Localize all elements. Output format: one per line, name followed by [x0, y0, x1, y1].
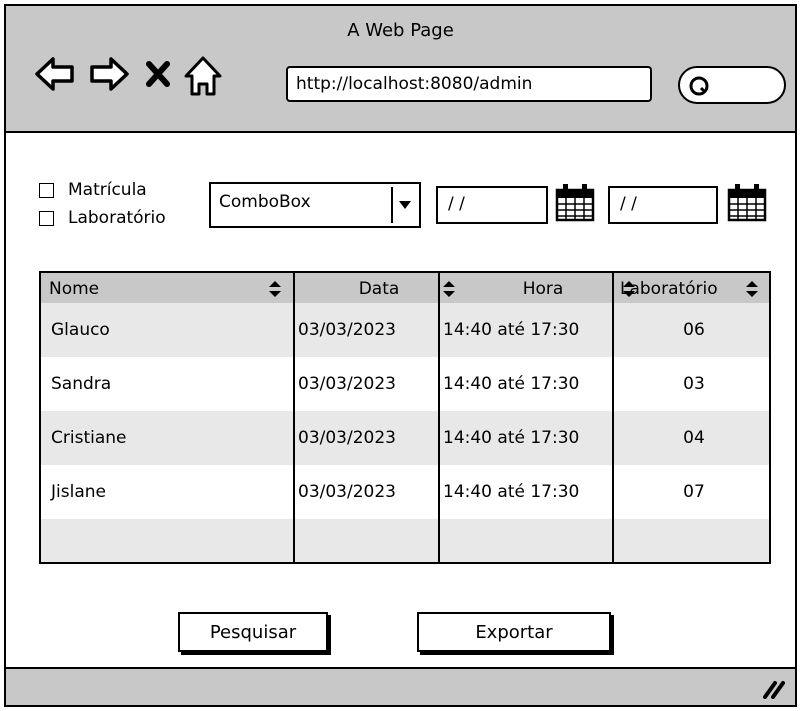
- search-icon: [689, 76, 709, 96]
- sort-icon[interactable]: [746, 281, 758, 297]
- cell-laboratorio: 03: [683, 374, 705, 394]
- column-divider: [438, 273, 440, 562]
- table-row-empty: [41, 519, 769, 562]
- search-button[interactable]: Pesquisar: [178, 612, 328, 652]
- browser-window: A Web Page http://localhost:8080/admin M…: [4, 4, 797, 707]
- export-button[interactable]: Exportar: [417, 612, 611, 652]
- column-header-data[interactable]: Data: [329, 273, 469, 303]
- cell-hora: 14:40 até 17:30: [443, 482, 580, 502]
- home-icon[interactable]: [182, 54, 224, 96]
- cell-laboratorio: 07: [683, 482, 705, 502]
- results-table: Nome Data Hora Laboratório Glauco 03/03/…: [39, 271, 771, 564]
- column-divider: [293, 273, 295, 562]
- date-start-field[interactable]: / /: [436, 186, 548, 224]
- laboratorio-label: Laboratório: [68, 208, 166, 228]
- cell-laboratorio: 04: [683, 428, 705, 448]
- column-divider: [612, 273, 614, 562]
- column-header-laboratorio[interactable]: Laboratório: [620, 273, 769, 303]
- cell-hora: 14:40 até 17:30: [443, 374, 580, 394]
- window-title: A Web Page: [347, 20, 454, 41]
- table-header: Nome Data Hora Laboratório: [41, 273, 769, 303]
- filter-combobox[interactable]: ComboBox: [209, 182, 421, 228]
- table-row[interactable]: Sandra 03/03/2023 14:40 até 17:30 03: [41, 357, 769, 411]
- cell-nome: Jislane: [51, 482, 106, 502]
- cell-data: 03/03/2023: [298, 428, 396, 448]
- filter-matricula[interactable]: Matrícula: [39, 178, 147, 202]
- chevron-down-icon[interactable]: [391, 187, 417, 223]
- sort-icon[interactable]: [443, 281, 455, 297]
- laboratorio-checkbox[interactable]: [39, 210, 54, 226]
- filter-laboratorio[interactable]: Laboratório: [39, 206, 166, 230]
- calendar-icon[interactable]: [726, 182, 768, 228]
- table-row[interactable]: Glauco 03/03/2023 14:40 até 17:30 06: [41, 303, 769, 357]
- cell-data: 03/03/2023: [298, 482, 396, 502]
- status-bar: [6, 667, 795, 705]
- cell-hora: 14:40 até 17:30: [443, 428, 580, 448]
- matricula-label: Matrícula: [68, 180, 147, 200]
- table-row[interactable]: Jislane 03/03/2023 14:40 até 17:30 07: [41, 465, 769, 519]
- combobox-value: ComboBox: [219, 192, 311, 212]
- cell-nome: Glauco: [51, 320, 110, 340]
- close-icon[interactable]: [140, 54, 180, 94]
- cell-hora: 14:40 até 17:30: [443, 320, 580, 340]
- matricula-checkbox[interactable]: [39, 182, 54, 198]
- date-end-field[interactable]: / /: [608, 186, 718, 224]
- sort-icon[interactable]: [269, 281, 281, 297]
- cell-laboratorio: 06: [683, 320, 705, 340]
- browser-search-field[interactable]: [678, 66, 786, 104]
- back-arrow-icon[interactable]: [34, 54, 76, 94]
- address-bar[interactable]: http://localhost:8080/admin: [286, 66, 652, 102]
- browser-toolbar: A Web Page http://localhost:8080/admin: [6, 6, 795, 133]
- cell-data: 03/03/2023: [298, 374, 396, 394]
- table-row[interactable]: Cristiane 03/03/2023 14:40 até 17:30 04: [41, 411, 769, 465]
- resize-grip-icon[interactable]: [761, 677, 787, 699]
- forward-arrow-icon[interactable]: [88, 54, 130, 94]
- cell-data: 03/03/2023: [298, 320, 396, 340]
- cell-nome: Cristiane: [51, 428, 127, 448]
- calendar-icon[interactable]: [554, 182, 596, 228]
- column-header-nome[interactable]: Nome: [49, 273, 289, 303]
- cell-nome: Sandra: [51, 374, 112, 394]
